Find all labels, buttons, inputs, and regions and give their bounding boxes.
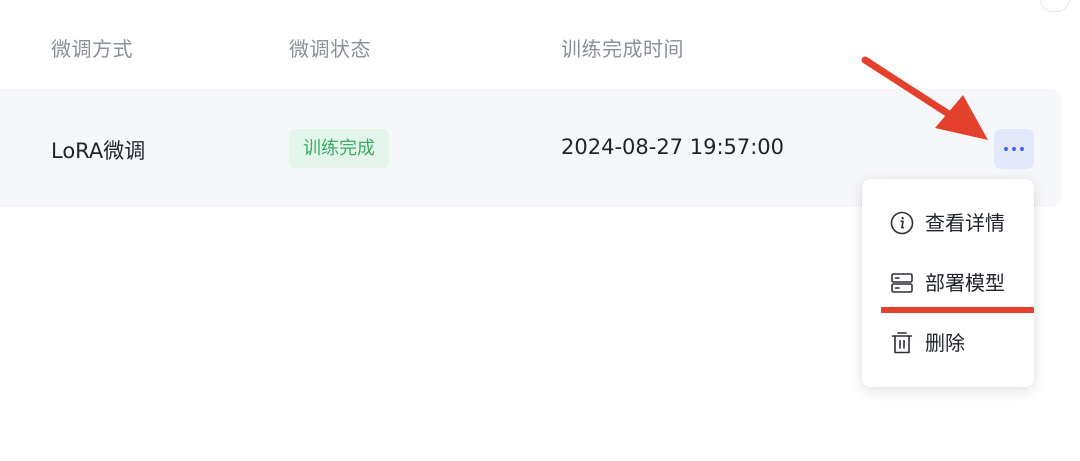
more-actions-button[interactable] — [994, 129, 1034, 169]
menu-item-view-details[interactable]: 查看详情 — [862, 201, 1034, 245]
status-badge: 训练完成 — [289, 129, 389, 168]
cell-method: LoRA微调 — [51, 139, 146, 163]
corner-control[interactable] — [1040, 0, 1070, 12]
cell-finished-time: 2024-08-27 19:57:00 — [561, 135, 785, 159]
menu-item-delete[interactable]: 删除 — [862, 321, 1034, 365]
menu-item-label: 删除 — [925, 331, 965, 355]
actions-dropdown-menu: 查看详情 部署模型 删除 — [862, 179, 1034, 387]
menu-item-label: 部署模型 — [925, 271, 1005, 295]
annotation-underline — [881, 307, 1034, 313]
column-header-finished-time: 训练完成时间 — [561, 37, 684, 61]
menu-item-label: 查看详情 — [925, 211, 1005, 235]
trash-icon — [891, 332, 913, 354]
more-horizontal-icon — [1004, 147, 1024, 151]
column-header-method: 微调方式 — [51, 37, 133, 61]
column-header-status: 微调状态 — [289, 37, 371, 61]
page: 微调方式 微调状态 训练完成时间 LoRA微调 训练完成 2024-08-27 … — [0, 0, 1080, 461]
server-icon — [891, 273, 913, 293]
menu-item-deploy-model[interactable]: 部署模型 — [862, 261, 1034, 305]
annotation-arrow-icon — [861, 56, 988, 140]
info-icon — [890, 211, 914, 235]
